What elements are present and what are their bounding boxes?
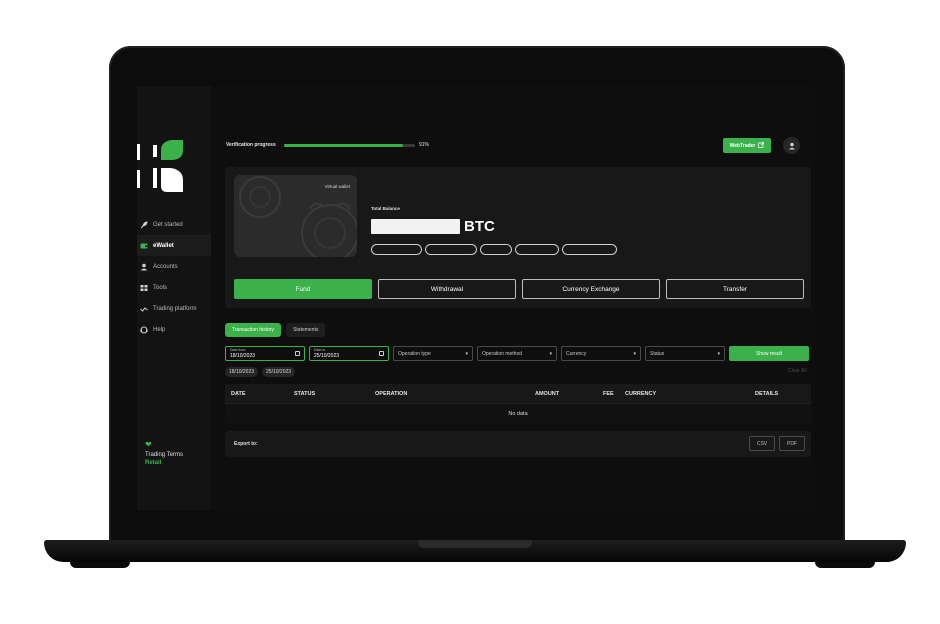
sidebar-item-get-started[interactable]: Get started [137,214,211,235]
verification-label: Verification progress [226,142,276,148]
laptop-foot-right [815,562,875,568]
date-to-value: 25/10/2023 [314,353,340,359]
sidebar-item-label: eWallet [153,242,174,249]
wallet-icon [140,242,148,250]
trading-terms-label: Trading Terms [145,452,184,458]
virtual-wallet-label: Virtual wallet [324,184,350,189]
rocket-icon [140,220,148,229]
balance-pill [425,244,477,255]
tab-statements[interactable]: Statements [286,323,326,337]
currency-label: Currency [566,350,587,357]
balance-pill [515,244,559,255]
calendar-icon [295,351,300,356]
table-empty-row: No data [225,403,811,423]
history-tabs: Transaction history Statements [225,323,326,337]
balance-pill [562,244,617,255]
sidebar-nav: Get started eWallet Accounts Tools Tradi… [137,214,211,340]
sidebar-item-tools[interactable]: Tools [137,277,211,298]
date-to-label: Date to [314,348,326,352]
total-balance-label: Total Balance [371,206,400,211]
sidebar-item-accounts[interactable]: Accounts [137,256,211,277]
chevron-down-icon: ▾ [717,350,720,357]
sidebar-item-trading-platform[interactable]: Trading platform [137,298,211,319]
webtrader-label: WebTrader [729,142,756,149]
transactions-table: DATE STATUS OPERATION AMOUNT FEE CURRENC… [225,384,811,424]
verification-percent: 91% [419,142,430,148]
chevron-down-icon: ▾ [633,350,636,357]
chevron-down-icon: ▾ [549,350,552,357]
user-avatar[interactable] [783,137,800,154]
export-bar: Export to: CSV PDF [225,431,811,457]
status-label: Status [650,350,665,357]
currency-select[interactable]: Currency ▾ [561,346,641,361]
export-label: Export to: [234,441,258,447]
chart-icon [140,305,148,313]
date-to-field[interactable]: Date to 25/10/2023 [309,346,389,361]
operation-type-label: Operation type [398,350,431,357]
date-from-field[interactable]: Date from 18/10/2023 [225,346,305,361]
clear-all-link[interactable]: Clear All [788,368,807,374]
col-date: DATE [231,391,246,397]
app-screen: Get started eWallet Accounts Tools Tradi… [137,86,815,510]
heart-icon: ❤ [145,440,152,449]
external-link-icon [758,141,765,150]
export-pdf-button[interactable]: PDF [779,436,805,451]
calendar-icon [379,351,384,356]
sidebar: Get started eWallet Accounts Tools Tradi… [137,86,211,510]
col-currency: CURRENCY [625,391,657,397]
balance-pill [371,244,422,255]
export-csv-button[interactable]: CSV [749,436,775,451]
webtrader-button[interactable]: WebTrader [723,138,771,153]
help-icon [140,326,148,334]
withdrawal-button[interactable]: Withdrawal [378,279,516,299]
total-balance-value-hidden [371,219,460,234]
user-icon [140,263,148,271]
filter-chip-date-from[interactable]: 18/10/2023 [225,367,259,377]
sidebar-item-help[interactable]: Help [137,319,211,340]
no-data-text: No data [508,410,528,417]
sidebar-item-label: Help [153,326,166,333]
col-details: DETAILS [755,391,779,397]
verification-progress-bar [284,144,415,147]
table-header: DATE STATUS OPERATION AMOUNT FEE CURRENC… [225,384,811,403]
sidebar-item-label: Tools [153,284,168,291]
tab-transaction-history[interactable]: Transaction history [225,323,282,337]
chevron-down-icon: ▾ [465,350,468,357]
trading-terms-value: Retail [145,460,162,466]
brand-logo [137,140,185,194]
laptop-foot-left [70,562,130,568]
status-select[interactable]: Status ▾ [645,346,725,361]
col-status: STATUS [294,391,316,397]
operation-method-label: Operation method [482,350,523,357]
fund-button[interactable]: Fund [234,279,372,299]
verification-progress-fill [284,144,404,147]
show-result-button[interactable]: Show result [729,346,809,361]
sidebar-item-ewallet[interactable]: eWallet [137,235,211,256]
filter-bar: Date from 18/10/2023 Date to 25/10/2023 … [225,346,809,361]
sidebar-item-label: Accounts [153,263,178,270]
col-operation: OPERATION [375,391,408,397]
balance-pill [480,244,512,255]
operation-method-select[interactable]: Operation method ▾ [477,346,557,361]
filter-chip-date-to[interactable]: 25/10/2023 [262,367,296,377]
active-filter-chips: 18/10/2023 25/10/2023 [225,367,296,377]
date-from-value: 18/10/2023 [230,353,256,359]
balance-panel: Virtual wallet Total Balance BTC Fund Wi… [225,167,811,308]
col-amount: AMOUNT [535,391,560,397]
date-from-label: Date from [230,348,246,352]
wallet-actions: Fund Withdrawal Currency Exchange Transf… [234,279,804,299]
virtual-wallet-card[interactable]: Virtual wallet [234,175,357,257]
user-icon [788,137,796,155]
sidebar-item-label: Trading platform [153,305,197,312]
trading-terms: ❤ Trading Terms Retail [145,441,183,467]
operation-type-select[interactable]: Operation type ▾ [393,346,473,361]
currency-exchange-button[interactable]: Currency Exchange [522,279,660,299]
total-balance-currency: BTC [464,218,495,235]
sidebar-item-label: Get started [153,221,183,228]
balance-breakdown-pills [371,244,617,255]
tools-icon [140,284,148,292]
laptop-notch [418,540,532,548]
transfer-button[interactable]: Transfer [666,279,804,299]
col-fee: FEE [603,391,614,397]
